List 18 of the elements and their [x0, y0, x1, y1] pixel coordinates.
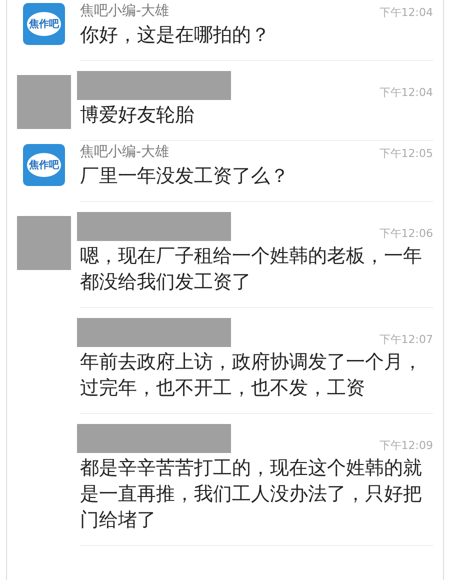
- message-text: 都是辛辛苦苦打工的，现在这个姓韩的就是一直再推，我们工人没办法了，只好把门给堵了: [80, 456, 423, 533]
- message-time: 下午12:04: [379, 85, 433, 100]
- sender-name: 焦吧小编-大雄: [80, 143, 170, 161]
- message-text: 博爱好友轮胎: [80, 103, 195, 128]
- message-text: 嗯，现在厂子租给一个姓韩的老板，一年都没给我们发工资了: [80, 244, 423, 295]
- message-text: 年前去政府上访，政府协调发了一个月，过完年，也不开工，也不发，工资: [80, 350, 423, 401]
- message-time: 下午12:06: [379, 226, 433, 241]
- logo-avatar: 焦作吧: [23, 3, 65, 45]
- message-time: 下午12:05: [379, 146, 433, 161]
- redaction-block: [17, 75, 71, 129]
- message-text: 你好，这是在哪拍的？: [80, 23, 271, 48]
- message-time: 下午12:04: [379, 5, 433, 20]
- logo-avatar: 焦作吧: [23, 144, 65, 186]
- message-time: 下午12:07: [379, 332, 433, 347]
- message-time: 下午12:09: [379, 438, 433, 453]
- sender-name: 焦吧小编-大雄: [80, 2, 170, 20]
- message-text: 厂里一年没发工资了么？: [80, 164, 290, 189]
- redaction-block: [17, 216, 71, 270]
